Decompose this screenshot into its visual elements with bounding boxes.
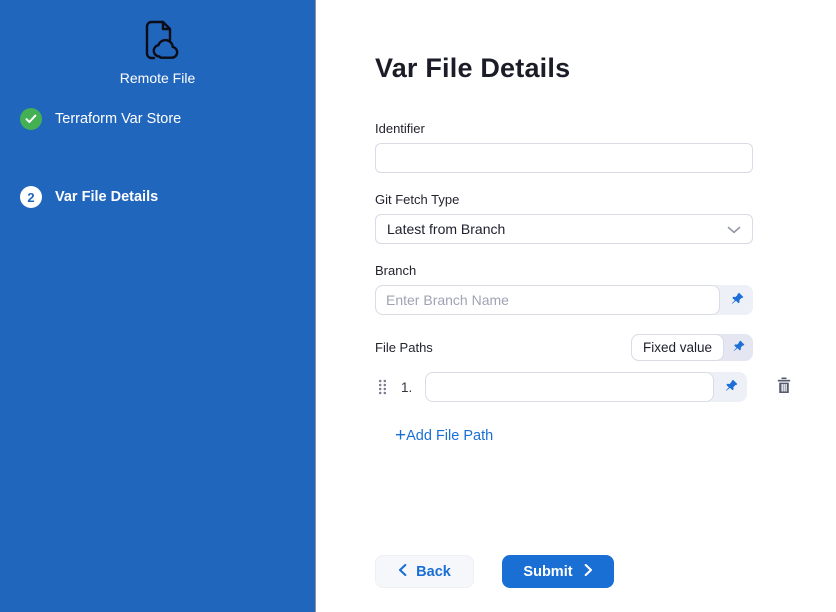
step-label: Terraform Var Store — [55, 111, 181, 127]
branch-field-group: Branch — [375, 263, 753, 315]
wizard-header: Remote File — [0, 0, 315, 86]
chevron-down-icon — [727, 221, 741, 237]
add-file-path-label: Add File Path — [406, 428, 493, 444]
file-paths-label: File Paths — [375, 340, 433, 355]
wizard-type-label: Remote File — [0, 70, 315, 86]
wizard-sidebar: Remote File Terraform Var Store 2 Var Fi… — [0, 0, 316, 612]
submit-button[interactable]: Submit — [502, 555, 614, 588]
chevron-left-icon — [398, 564, 407, 580]
step-terraform-var-store[interactable]: Terraform Var Store — [0, 108, 315, 130]
file-path-row: 1. — [375, 372, 836, 402]
git-fetch-type-field-group: Git Fetch Type Latest from Branch — [375, 192, 753, 244]
wizard-footer: Back Submit — [375, 555, 836, 588]
add-file-path-button[interactable]: + Add File Path — [395, 428, 493, 444]
pin-icon — [732, 340, 745, 356]
remote-file-cloud-icon — [0, 15, 315, 65]
plus-icon: + — [395, 428, 406, 444]
back-button[interactable]: Back — [375, 555, 474, 588]
fixed-value-selector[interactable]: Fixed value — [631, 334, 724, 361]
identifier-field-group: Identifier — [375, 121, 753, 173]
branch-input-wrap — [375, 285, 753, 315]
branch-input[interactable] — [375, 285, 720, 315]
step-number-badge: 2 — [20, 186, 42, 208]
step-completed-check-icon — [20, 108, 42, 130]
file-path-input-wrap — [425, 372, 747, 402]
git-fetch-type-value: Latest from Branch — [387, 221, 505, 237]
back-button-label: Back — [416, 564, 451, 580]
file-path-input[interactable] — [425, 372, 714, 402]
wizard-dialog: Remote File Terraform Var Store 2 Var Fi… — [0, 0, 836, 612]
file-paths-multitype-button: Fixed value — [631, 334, 753, 361]
var-file-details-panel: Var File Details Identifier Git Fetch Ty… — [316, 0, 836, 612]
file-path-row-index: 1. — [401, 380, 412, 395]
branch-label: Branch — [375, 263, 753, 278]
step-var-file-details[interactable]: 2 Var File Details — [0, 186, 315, 208]
identifier-input[interactable] — [375, 143, 753, 173]
identifier-label: Identifier — [375, 121, 753, 136]
wizard-steps: Terraform Var Store 2 Var File Details — [0, 108, 315, 208]
step-label: Var File Details — [55, 189, 158, 205]
file-paths-header: File Paths Fixed value — [375, 334, 753, 361]
trash-icon — [776, 377, 792, 397]
drag-handle-icon[interactable] — [378, 379, 387, 395]
pin-icon — [724, 379, 738, 396]
delete-file-path-button[interactable] — [776, 377, 792, 397]
git-fetch-type-select[interactable]: Latest from Branch — [375, 214, 753, 244]
chevron-right-icon — [584, 564, 593, 580]
pin-icon — [730, 292, 744, 309]
page-title: Var File Details — [375, 52, 836, 85]
submit-button-label: Submit — [523, 564, 572, 580]
file-paths-runtime-pin-button[interactable] — [724, 334, 753, 361]
git-fetch-type-label: Git Fetch Type — [375, 192, 753, 207]
branch-runtime-pin-button[interactable] — [720, 285, 753, 315]
file-path-runtime-pin-button[interactable] — [714, 372, 747, 402]
